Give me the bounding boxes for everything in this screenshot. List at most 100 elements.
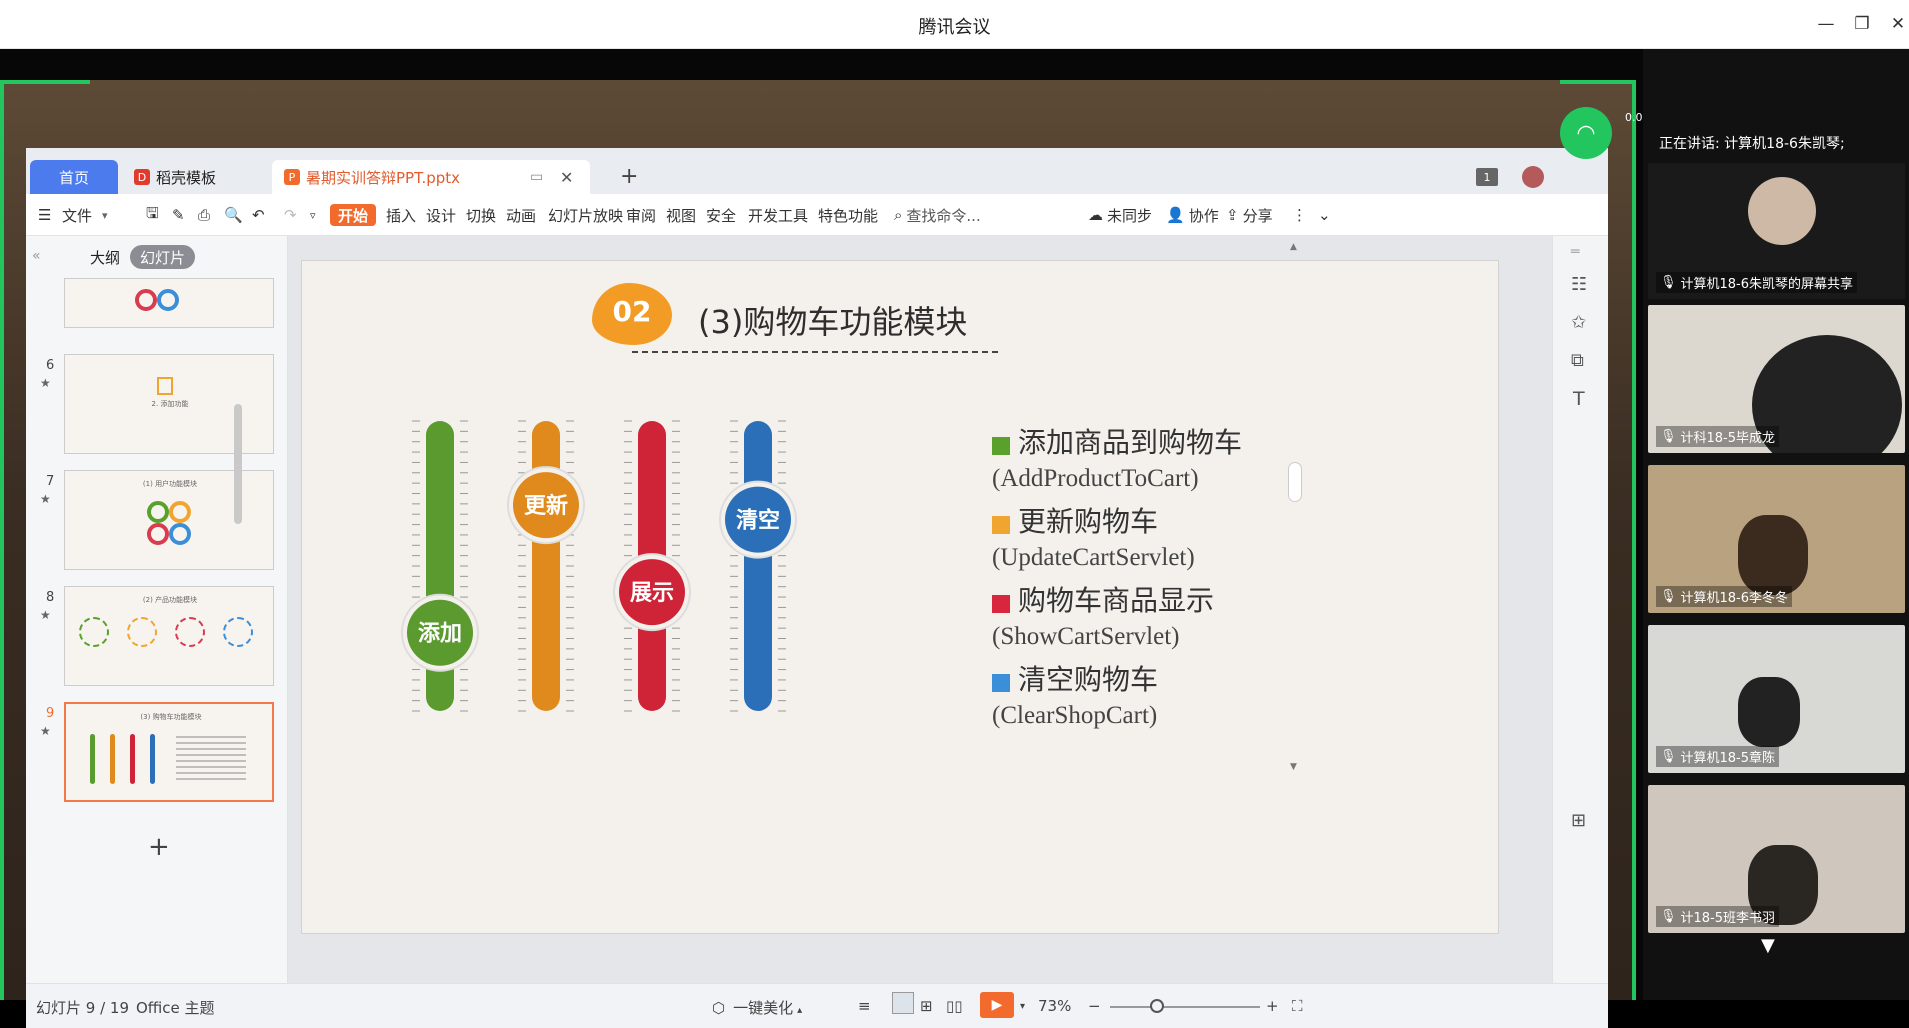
list-item-title: 清空购物车 — [1018, 665, 1159, 696]
collapse-ribbon-icon[interactable]: ⌄ — [1318, 204, 1331, 226]
slide-counter: 幻灯片 9 / 19 — [36, 999, 129, 1017]
cloud-icon: ☁ — [1088, 206, 1103, 224]
right-toolbar: ═ ☷ ✩ ⧉ T ⊞ — [1552, 236, 1608, 983]
normal-view-icon[interactable] — [892, 992, 914, 1014]
list-item-subtitle: (AddProductToCart) — [992, 465, 1199, 492]
collapse-pane-icon[interactable]: « — [32, 248, 41, 264]
zoom-slider-thumb[interactable] — [1150, 999, 1164, 1013]
share-icon: ⇪ — [1226, 206, 1239, 224]
video-tile[interactable]: 🎙 计算机18-6李冬冬 — [1648, 465, 1905, 613]
beautify-button[interactable]: ⬡ 一键美化 ▴ — [712, 997, 802, 1018]
scroll-down-icon[interactable]: ▼ — [1761, 935, 1775, 956]
play-options-icon[interactable]: ▾ — [1020, 1001, 1025, 1012]
list-item-subtitle: (ShowCartServlet) — [992, 623, 1180, 650]
transform-icon[interactable]: ⧉ — [1571, 350, 1584, 371]
scroll-down-icon[interactable]: ▼ — [1290, 762, 1297, 772]
tab-insert[interactable]: 插入 — [386, 204, 416, 226]
bullet-square — [992, 515, 1010, 534]
slide-number-6: 6 — [46, 358, 55, 373]
canvas-scrollbar[interactable] — [1288, 462, 1302, 502]
tab-slides[interactable]: 幻灯片 — [130, 245, 196, 269]
tab-animation[interactable]: 动画 — [506, 204, 536, 226]
slide: 02 (3)购物车功能模块 添加 更新 展示 清空 添加商品到购物车 (AddProd… — [301, 260, 1499, 934]
tab-home[interactable]: 首页 — [30, 160, 118, 194]
pin-icon[interactable]: ✩ — [1571, 312, 1586, 333]
slide-thumbnail-9[interactable]: (3) 购物车功能模块 — [64, 702, 274, 802]
slide-thumbnail-7[interactable]: (1) 用户功能模块 — [64, 470, 274, 570]
monitor-icon[interactable]: ▭ — [530, 169, 543, 185]
play-slideshow-button[interactable]: ▶ — [980, 992, 1014, 1018]
tab-template[interactable]: D 稻壳模板 — [122, 160, 256, 194]
search-icon: ⌕ — [894, 206, 903, 224]
slider-label: 添加 — [418, 622, 462, 647]
title-bar: 腾讯会议 — ❐ ✕ — [0, 0, 1909, 49]
ppt-file-icon: P — [284, 169, 300, 185]
beautify-icon: ⬡ — [712, 999, 726, 1017]
file-menu[interactable]: 文件 ▾ — [62, 204, 108, 226]
tab-outline[interactable]: 大纲 — [80, 245, 130, 269]
video-tile[interactable]: 🎙 计科18-5毕成龙 — [1648, 305, 1905, 453]
scroll-up-icon[interactable]: ▲ — [1290, 242, 1297, 252]
video-tile[interactable]: 🎙 计算机18-5章陈 — [1648, 625, 1905, 773]
status-bar: 幻灯片 9 / 19 Office 主题 ⬡ 一键美化 ▴ ≡ ⊞ ▯▯ ▶ ▾ 7… — [26, 983, 1608, 1028]
file-menu-label: 文件 — [62, 206, 93, 225]
tab-design[interactable]: 设计 — [426, 204, 456, 226]
add-slide-icon[interactable]: + — [148, 832, 170, 862]
tab-special[interactable]: 特色功能 — [818, 204, 878, 226]
print-preview-icon[interactable]: 🔍 — [224, 204, 243, 226]
text-icon[interactable]: T — [1573, 388, 1585, 410]
user-avatar[interactable] — [1522, 166, 1544, 188]
new-tab-icon[interactable]: + — [620, 164, 638, 189]
star-icon: ★ — [40, 724, 51, 738]
slide-number-9: 9 — [46, 706, 55, 721]
tab-close-icon[interactable]: ✕ — [560, 168, 573, 187]
sync-button[interactable]: ☁ 未同步 — [1088, 204, 1152, 226]
slide-thumbnail-8[interactable]: (2) 产品功能模块 — [64, 586, 274, 686]
grid-view-icon[interactable]: ⊞ — [1571, 810, 1586, 831]
tab-slideshow[interactable]: 幻灯片放映 — [548, 204, 623, 226]
minimize-icon[interactable]: — — [1812, 10, 1840, 38]
properties-icon[interactable]: ☷ — [1571, 274, 1587, 295]
zoom-slider[interactable] — [1110, 1006, 1260, 1008]
participant-name-label: 计算机18-6朱凯琴的屏幕共享 — [1680, 277, 1854, 292]
slide-thumbnail-6[interactable]: 2. 添加功能 — [64, 354, 274, 454]
video-tile-share[interactable]: 🎙 计算机18-6朱凯琴的屏幕共享 — [1648, 163, 1905, 299]
section-badge-label: 02 — [612, 295, 652, 328]
star-icon: ★ — [40, 376, 51, 390]
participant-name-label: 计18-5班李书羽 — [1680, 911, 1776, 926]
window-count-icon[interactable]: 1 — [1476, 168, 1498, 186]
undo-icon[interactable]: ↶ — [252, 204, 265, 226]
collab-button[interactable]: 👤 协作 — [1166, 204, 1219, 226]
slider-0: 添加 — [401, 420, 479, 712]
title-divider — [632, 351, 998, 353]
share-button[interactable]: ⇪ 分享 — [1226, 204, 1273, 226]
mic-icon: 🎙 — [1660, 275, 1677, 290]
more-icon[interactable]: ⋮ — [1292, 204, 1307, 226]
restore-icon[interactable]: ❐ — [1848, 10, 1876, 38]
save-icon[interactable]: 🖫 — [146, 204, 159, 226]
tab-view[interactable]: 视图 — [666, 204, 696, 226]
mic-muted-icon: 🎙 — [1660, 909, 1677, 924]
participant-panel: 正在讲话: 计算机18-6朱凯琴; 🎙 计算机18-6朱凯琴的屏幕共享 🎙 计科18… — [1643, 49, 1909, 1000]
menu-icon[interactable]: ☰ — [38, 204, 51, 226]
slider-track — [532, 421, 560, 711]
slider-3: 清空 — [719, 420, 797, 712]
drag-handle-icon[interactable]: ═ — [1571, 244, 1579, 260]
video-tile[interactable]: 🎙 计18-5班李书羽 — [1648, 785, 1905, 933]
avatar — [1748, 177, 1816, 245]
tab-start[interactable]: 开始 — [330, 204, 377, 226]
tab-developer[interactable]: 开发工具 — [748, 204, 808, 226]
customize-icon[interactable]: ▿ — [310, 204, 316, 226]
theme-name[interactable]: Office 主题 — [136, 997, 215, 1018]
redo-icon[interactable]: ↷ — [284, 204, 297, 226]
command-search[interactable]: ⌕ 查找命令... — [894, 204, 981, 226]
slide-thumbnail-5[interactable] — [64, 278, 274, 328]
format-painter-icon[interactable]: ✎ — [172, 204, 185, 226]
tab-document[interactable]: P 暑期实训答辩PPT.pptx ▭ ✕ — [272, 160, 590, 194]
tab-transition[interactable]: 切换 — [466, 204, 496, 226]
pane-scrollbar[interactable] — [234, 404, 242, 524]
print-icon[interactable]: ⎙ — [198, 204, 210, 226]
close-icon[interactable]: ✕ — [1884, 10, 1909, 38]
tab-security[interactable]: 安全 — [706, 204, 736, 226]
tab-review[interactable]: 审阅 — [626, 204, 656, 226]
